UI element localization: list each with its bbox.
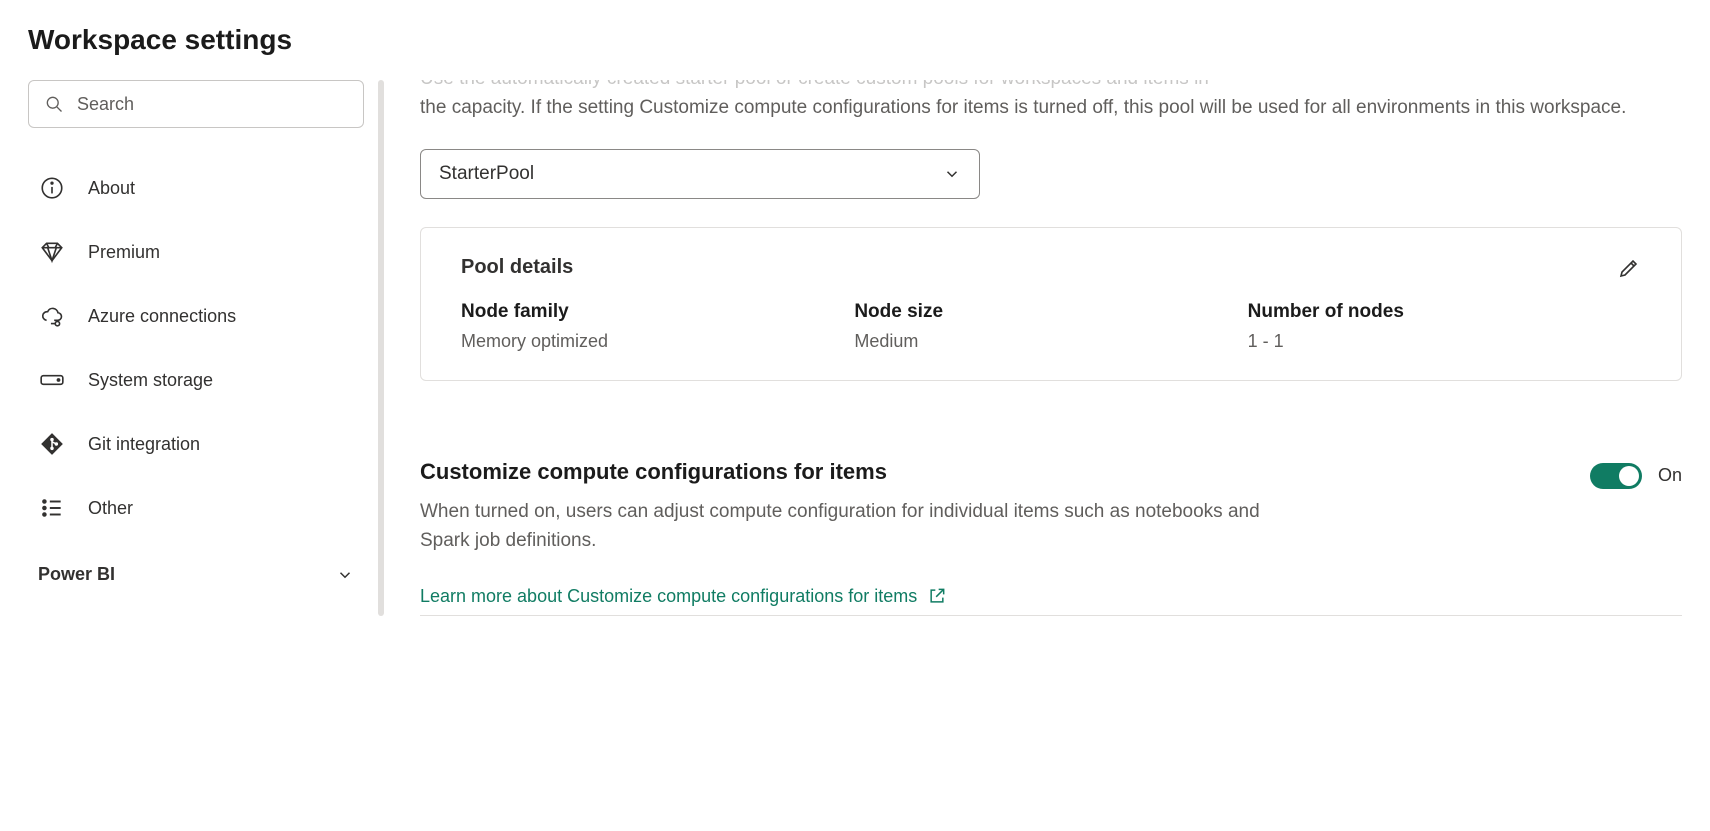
search-input[interactable] [28,80,364,128]
edit-button[interactable] [1613,252,1645,284]
cloud-link-icon [38,302,66,330]
detail-value: 1 - 1 [1248,331,1641,352]
sidebar-item-label: System storage [88,370,213,391]
sidebar-item-other[interactable]: Other [28,476,364,540]
pool-description: the capacity. If the setting Customize c… [420,93,1682,122]
pool-select-value: StarterPool [439,163,534,185]
sidebar-item-label: Azure connections [88,306,236,327]
diamond-icon [38,238,66,266]
learn-more-link[interactable]: Learn more about Customize compute confi… [420,586,1682,607]
pool-select[interactable]: StarterPool [420,149,980,199]
main-content: Use the automatically created starter po… [384,80,1682,616]
customize-toggle[interactable] [1590,463,1642,489]
detail-value: Memory optimized [461,331,854,352]
chevron-down-icon [336,566,354,584]
sidebar-item-label: Other [88,498,133,519]
page-title: Workspace settings [28,24,1682,56]
detail-label: Node family [461,301,854,323]
sidebar-group-label: Power BI [38,564,115,585]
sidebar-item-label: About [88,178,135,199]
git-icon [38,430,66,458]
detail-label: Number of nodes [1248,301,1641,323]
toggle-state-label: On [1658,465,1682,486]
pool-detail-node-family: Node family Memory optimized [461,301,854,352]
customize-title: Customize compute configurations for ite… [420,459,1270,485]
sidebar-item-label: Premium [88,242,160,263]
list-icon [38,494,66,522]
storage-icon [38,366,66,394]
sidebar: About Premium Azure connections [28,80,378,616]
detail-value: Medium [854,331,1247,352]
sidebar-item-git-integration[interactable]: Git integration [28,412,364,476]
sidebar-divider[interactable] [378,80,384,616]
sidebar-nav: About Premium Azure connections [28,156,364,540]
pool-details-card: Pool details Node family Memory optimize… [420,227,1682,381]
detail-label: Node size [854,301,1247,323]
sidebar-item-premium[interactable]: Premium [28,220,364,284]
sidebar-item-system-storage[interactable]: System storage [28,348,364,412]
pool-details-title: Pool details [461,256,1641,279]
sidebar-item-azure-connections[interactable]: Azure connections [28,284,364,348]
search-icon [44,94,64,114]
cutoff-text: Use the automatically created starter po… [420,80,1682,93]
link-text: Learn more about Customize compute confi… [420,586,917,607]
customize-section: Customize compute configurations for ite… [420,459,1682,616]
pool-detail-node-size: Node size Medium [854,301,1247,352]
pool-detail-node-count: Number of nodes 1 - 1 [1248,301,1641,352]
external-link-icon [927,586,947,606]
search-field[interactable] [28,80,364,128]
sidebar-item-about[interactable]: About [28,156,364,220]
customize-desc: When turned on, users can adjust compute… [420,497,1270,556]
chevron-down-icon [943,165,961,183]
pencil-icon [1617,256,1641,280]
info-icon [38,174,66,202]
sidebar-item-label: Git integration [88,434,200,455]
sidebar-group-powerbi[interactable]: Power BI [28,540,364,595]
